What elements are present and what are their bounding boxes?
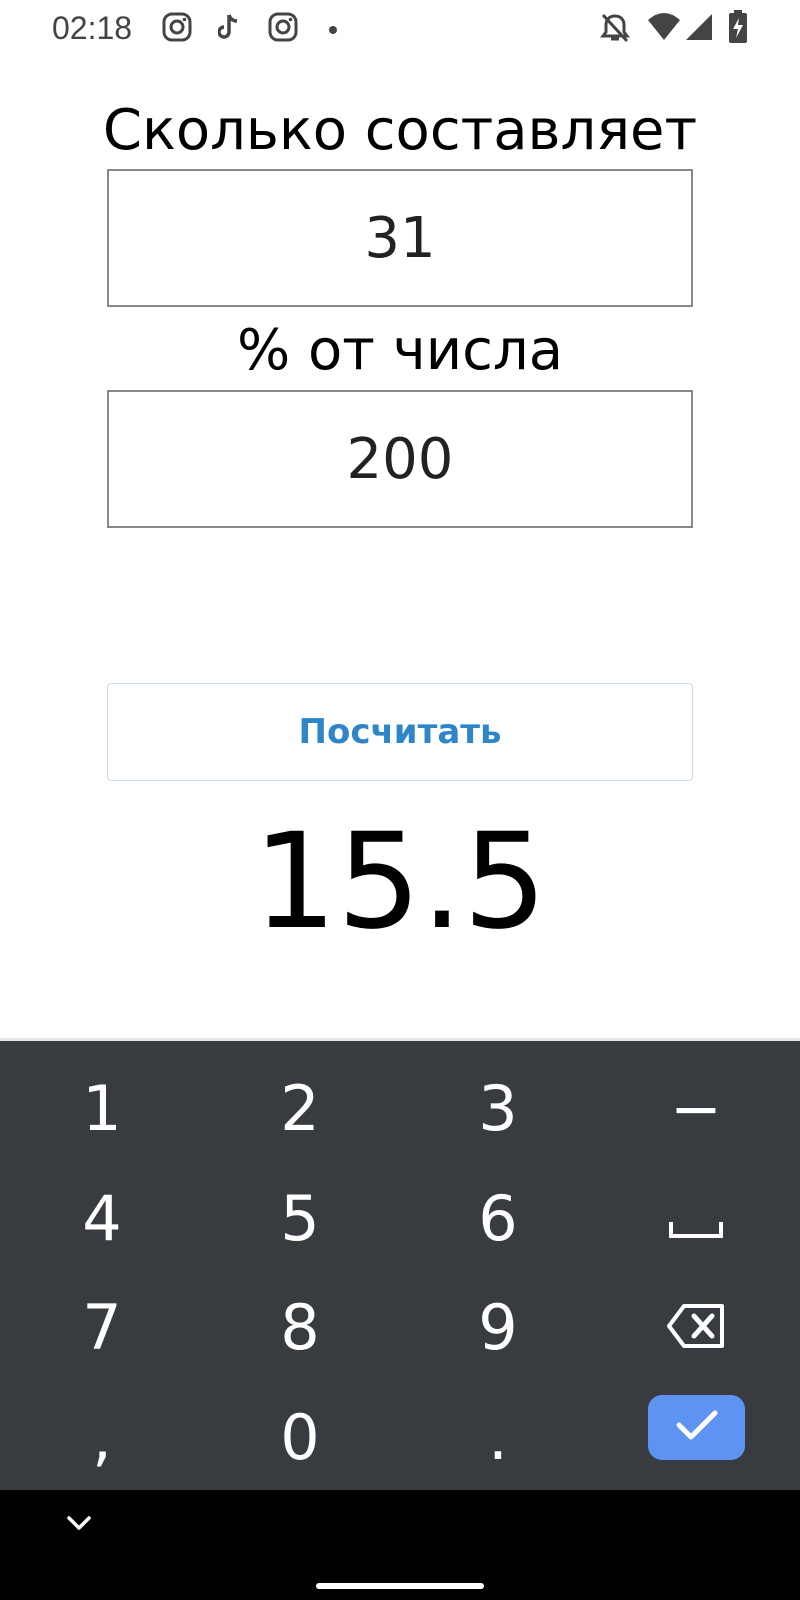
question-label-top: Сколько составляет: [102, 98, 698, 163]
signal-icon: [684, 12, 714, 47]
question-label-middle: % от числа: [236, 318, 564, 383]
number-input[interactable]: 200: [107, 390, 693, 528]
key-backspace[interactable]: [596, 1272, 796, 1382]
done-key[interactable]: [648, 1395, 745, 1460]
key-8[interactable]: 8: [200, 1272, 400, 1382]
instagram-icon: [268, 12, 298, 47]
space-icon: [668, 1182, 724, 1255]
key-minus[interactable]: −: [596, 1053, 796, 1163]
status-bar: 02:18: [0, 0, 800, 56]
key-2[interactable]: 2: [200, 1053, 400, 1163]
chevron-down-icon[interactable]: [64, 1512, 94, 1539]
tiktok-icon: [217, 12, 240, 47]
calculate-button[interactable]: Посчитать: [107, 683, 693, 781]
home-handle-icon[interactable]: [316, 1583, 484, 1589]
percent-input[interactable]: 31: [107, 169, 693, 307]
key-comma[interactable]: ,: [2, 1382, 202, 1492]
key-space[interactable]: [596, 1163, 796, 1273]
key-9[interactable]: 9: [398, 1272, 598, 1382]
wifi-icon: [646, 12, 682, 47]
key-3[interactable]: 3: [398, 1053, 598, 1163]
checkmark-icon: [675, 1408, 719, 1447]
bell-off-icon: [600, 12, 630, 49]
battery-charging-icon: [728, 10, 748, 49]
key-period[interactable]: .: [398, 1382, 598, 1492]
key-4[interactable]: 4: [2, 1163, 202, 1273]
result-value: 15.5: [253, 805, 547, 959]
key-7[interactable]: 7: [2, 1272, 202, 1382]
key-6[interactable]: 6: [398, 1163, 598, 1273]
instagram-icon: [162, 12, 192, 47]
status-time: 02:18: [52, 10, 133, 46]
key-5[interactable]: 5: [200, 1163, 400, 1273]
key-0[interactable]: 0: [200, 1382, 400, 1492]
dot-icon: [328, 22, 338, 40]
key-1[interactable]: 1: [2, 1053, 202, 1163]
backspace-icon: [666, 1291, 726, 1364]
